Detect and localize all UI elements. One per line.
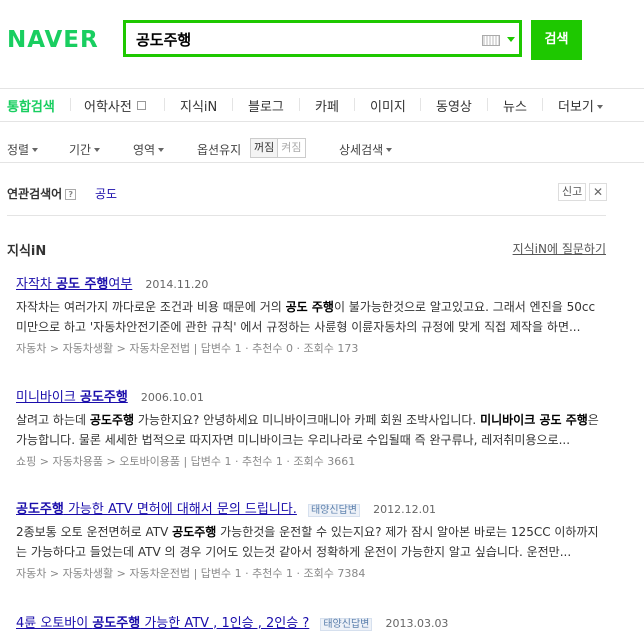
chevron-down-icon (158, 148, 165, 152)
keyboard-icon[interactable] (482, 35, 500, 46)
report-button[interactable]: 신고 (558, 183, 587, 201)
section-title: 지식iN (7, 244, 47, 259)
toggle-on-option[interactable]: 켜짐 (278, 139, 304, 157)
snippet-highlight: 공도 주행 (285, 300, 334, 314)
naver-logo[interactable]: NAVER (7, 27, 99, 53)
filter-area[interactable]: 영역 (133, 141, 165, 158)
result-date: 2013.03.03 (385, 617, 449, 630)
title-highlight: 공도 주행 (56, 277, 109, 292)
filter-sort[interactable]: 정렬 (7, 141, 39, 158)
list-item: 공도주행 가능한 ATV 면허에 대해서 문의 드립니다. 태양신답변 2012… (16, 498, 606, 581)
tab-blog[interactable]: 블로그 (248, 96, 284, 115)
tab-dictionary[interactable]: 어학사전 (84, 96, 146, 115)
divider (487, 98, 488, 111)
result-date: 2012.12.01 (373, 503, 437, 516)
result-title-link[interactable]: 공도주행 가능한 ATV 면허에 대해서 문의 드립니다. (16, 502, 297, 517)
snippet-text: 살려고 하는데 (16, 413, 90, 427)
filter-sort-label: 정렬 (7, 143, 30, 157)
search-box[interactable] (123, 20, 522, 57)
result-title-link[interactable]: 4륜 오토바이 공도주행 가능한 ATV , 1인승 , 2인승 ? (16, 616, 309, 631)
answer-badge: 태양신답변 (320, 618, 373, 631)
filter-detail-label: 상세검색 (339, 143, 384, 157)
divider (420, 98, 421, 111)
list-item: 미니바이크 공도주행 2006.10.01 살려고 하는데 공도주행 가능한지요… (16, 386, 606, 469)
result-meta: 자동차 > 자동차생활 > 자동차운전법 | 답변수 1 · 추천수 0 · 조… (16, 342, 359, 355)
related-title-text: 연관검색어 (7, 187, 63, 201)
title-text: 자작차 (16, 277, 57, 292)
result-snippet: 2종보통 오토 운전면허로 ATV 공도주행 가능한것을 운전할 수 있는지요?… (16, 522, 606, 562)
tab-video[interactable]: 동영상 (436, 96, 472, 115)
tab-more[interactable]: 더보기 (558, 96, 603, 115)
search-tabs: 통합검색 어학사전 지식iN 블로그 카페 이미지 동영상 뉴스 더보기 (0, 88, 644, 122)
divider (354, 98, 355, 111)
filter-option-label: 옵션유지 (197, 143, 242, 157)
title-highlight: 공도주행 (16, 502, 64, 517)
help-icon[interactable]: ? (65, 189, 77, 200)
title-highlight: 공도주행 (92, 616, 141, 631)
title-text: 가능한 ATV , 1인승 , 2인승 ? (140, 616, 310, 631)
tab-image[interactable]: 이미지 (370, 96, 406, 115)
tab-kin[interactable]: 지식iN (180, 96, 217, 115)
divider (542, 98, 543, 111)
snippet-highlight: 미니바이크 공도 주행 (480, 413, 588, 427)
list-item: 자작차 공도 주행여부 2014.11.20 자작차는 여러가지 까다로운 조건… (16, 273, 606, 356)
tab-news[interactable]: 뉴스 (503, 96, 527, 115)
ask-kin-link[interactable]: 지식iN에 질문하기 (513, 240, 606, 257)
chevron-down-icon (94, 148, 101, 152)
snippet-highlight: 공도주행 (89, 413, 135, 427)
result-title-link[interactable]: 자작차 공도 주행여부 (16, 277, 132, 292)
window-icon (136, 101, 146, 110)
close-icon[interactable]: ✕ (589, 183, 607, 201)
result-meta: 자동차 > 자동차생활 > 자동차운전법 | 답변수 1 · 추천수 1 · 조… (16, 567, 366, 580)
search-button[interactable]: 검색 (531, 20, 582, 60)
snippet-text: 가능한지요? 안녕하세요 미니바이크매니아 카페 회원 조박사입니다. (134, 413, 481, 427)
chevron-down-icon[interactable] (507, 37, 515, 42)
result-date: 2014.11.20 (145, 278, 209, 291)
result-snippet: 자작차는 여러가지 까다로운 조건과 비용 때문에 거의 공도 주행이 불가능한… (16, 297, 606, 337)
tab-integrated[interactable]: 통합검색 (7, 96, 55, 115)
list-item: 4륜 오토바이 공도주행 가능한 ATV , 1인승 , 2인승 ? 태양신답변… (16, 612, 606, 631)
title-text: 여부 (108, 277, 133, 292)
header: NAVER 검색 (0, 0, 644, 89)
result-date: 2006.10.01 (140, 391, 204, 404)
toggle-off-option[interactable]: 꺼짐 (251, 139, 279, 157)
divider (299, 98, 300, 111)
snippet-text: 2종보통 오토 운전면허로 ATV (16, 525, 173, 539)
divider (70, 98, 71, 111)
tab-cafe[interactable]: 카페 (315, 96, 339, 115)
tab-dictionary-label: 어학사전 (84, 100, 132, 115)
filter-period[interactable]: 기간 (69, 141, 101, 158)
filter-period-label: 기간 (69, 143, 92, 157)
option-toggle[interactable]: 꺼짐 켜짐 (250, 138, 306, 158)
result-title-link[interactable]: 미니바이크 공도주행 (16, 390, 128, 405)
chevron-down-icon (386, 148, 393, 152)
snippet-text: 자작차는 여러가지 까다로운 조건과 비용 때문에 거의 (16, 300, 286, 314)
title-text: 4륜 오토바이 (16, 616, 93, 631)
related-searches: 연관검색어? 공도 신고 ✕ (7, 183, 607, 216)
filter-area-label: 영역 (133, 143, 156, 157)
snippet-highlight: 공도주행 (172, 525, 217, 539)
related-term-link[interactable]: 공도 (95, 185, 117, 202)
title-text: 미니바이크 (16, 390, 80, 405)
title-highlight: 공도주행 (79, 390, 128, 405)
related-title: 연관검색어? (7, 185, 77, 202)
divider (232, 98, 233, 111)
filter-detail[interactable]: 상세검색 (339, 141, 393, 158)
search-input[interactable] (136, 28, 466, 50)
filter-bar: 정렬 기간 영역 옵션유지 꺼짐 켜짐 상세검색 (0, 122, 644, 163)
title-text: 가능한 ATV 면허에 대해서 문의 드립니다. (63, 502, 297, 517)
answer-badge: 태양신답변 (307, 504, 360, 517)
chevron-down-icon (596, 105, 603, 109)
chevron-down-icon (32, 148, 39, 152)
divider (164, 98, 165, 111)
tab-more-label: 더보기 (558, 100, 594, 115)
result-snippet: 살려고 하는데 공도주행 가능한지요? 안녕하세요 미니바이크매니아 카페 회원… (16, 410, 606, 450)
result-meta: 쇼핑 > 자동차용품 > 오토바이용품 | 답변수 1 · 추천수 1 · 조회… (16, 455, 356, 468)
